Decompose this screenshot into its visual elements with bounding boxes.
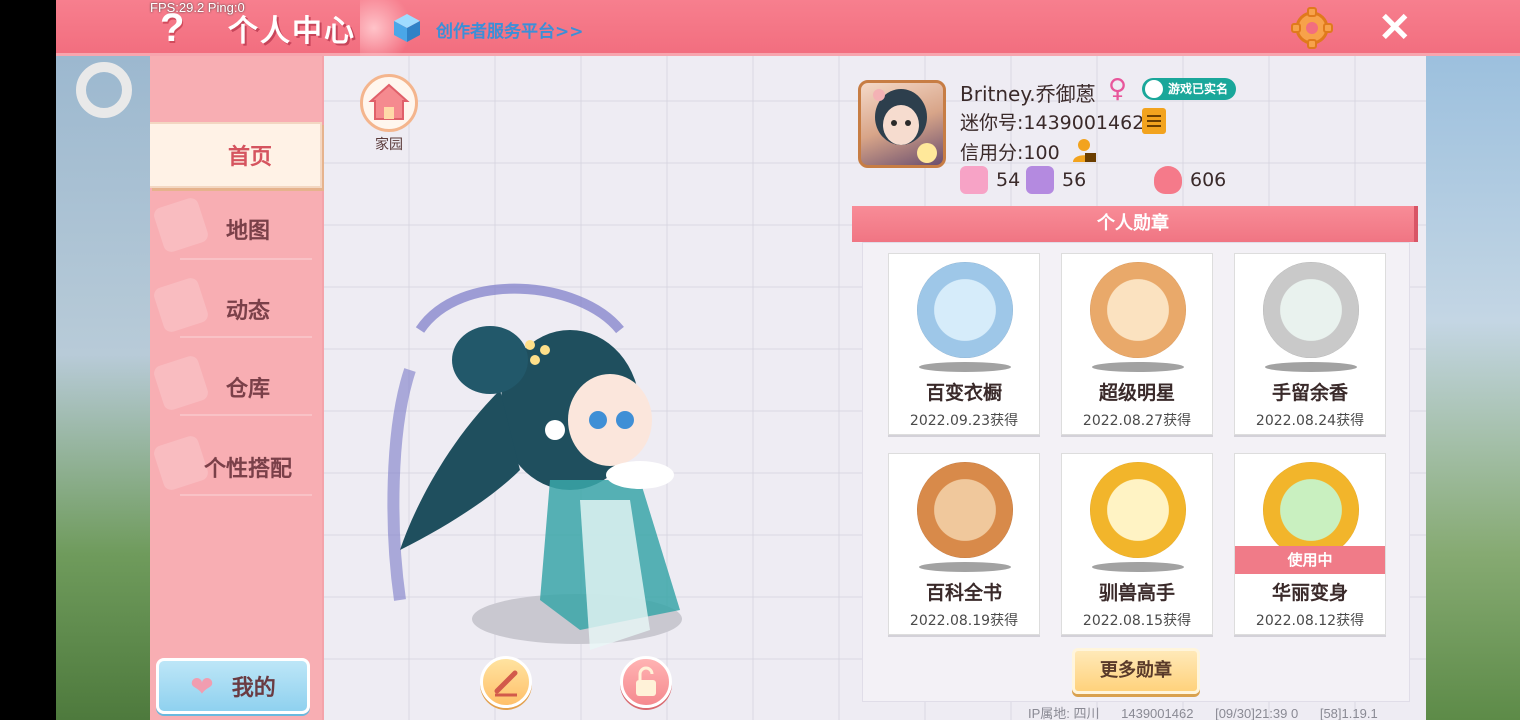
stat-popularity-value: 606: [1190, 169, 1227, 191]
medal-shadow: [919, 362, 1011, 372]
badge-card[interactable]: 使用中 华丽变身 2022.08.12获得: [1234, 453, 1386, 635]
badge-date: 2022.08.12获得: [1255, 613, 1365, 629]
badge-name: 百变衣橱: [925, 382, 1002, 404]
credit-person-icon[interactable]: [1070, 136, 1098, 164]
tamer-medal-icon: [1090, 462, 1186, 558]
badge-date: 2022.09.23获得: [909, 413, 1019, 429]
encyclopedia-medal-icon: [917, 462, 1013, 558]
transform-medal-icon: [1263, 462, 1359, 558]
unlock-button[interactable]: [620, 656, 672, 708]
creator-platform-link[interactable]: 创作者服务平台>>: [436, 17, 584, 42]
female-icon: ♀: [1108, 74, 1128, 104]
footer-id: 1439001462: [1121, 706, 1194, 720]
credit-score: 信用分:100: [960, 142, 1060, 164]
copy-icon[interactable]: [1142, 108, 1166, 134]
badge-card[interactable]: 驯兽高手 2022.08.15获得: [1061, 453, 1213, 635]
badge-name: 超级明星: [1098, 382, 1175, 404]
medal-shadow: [1265, 362, 1357, 372]
divider: [180, 336, 312, 338]
trophy-person-icon: [1026, 166, 1054, 194]
badge-date: 2022.08.27获得: [1082, 413, 1192, 429]
badge-name: 华丽变身: [1271, 582, 1348, 604]
stat-fans: 56: [1026, 166, 1086, 194]
badge-name: 驯兽高手: [1098, 582, 1175, 604]
badge-card[interactable]: 超级明星 2022.08.27获得: [1061, 253, 1213, 435]
divider: [180, 258, 312, 260]
medal-shadow: [919, 562, 1011, 572]
mine-label: 我的: [231, 676, 276, 701]
gear-icon[interactable]: [1290, 6, 1334, 50]
superstar-medal-icon: [1090, 262, 1186, 358]
avatar[interactable]: [858, 80, 946, 168]
page-title: 个人中心: [228, 14, 356, 49]
badge-date: 2022.08.24获得: [1255, 413, 1365, 429]
flower-icon: [960, 166, 988, 194]
tab-warehouse-label: 仓库: [225, 377, 270, 402]
medal-shadow: [1092, 362, 1184, 372]
badge-date: 2022.08.15获得: [1082, 613, 1192, 629]
home-label: 家园: [375, 137, 403, 153]
stat-flowers: 54: [960, 166, 1020, 194]
footer-version: [58]1.19.1: [1319, 706, 1378, 720]
badge-card[interactable]: 百变衣橱 2022.09.23获得: [888, 253, 1040, 435]
footer-info: IP属地: 四川 1439001462 [09/30]21:39 0 [58]1…: [1028, 703, 1396, 720]
tab-feed-label: 动态: [225, 299, 270, 324]
record-button[interactable]: [76, 62, 132, 118]
pencil-icon: [494, 670, 518, 697]
more-badges-button[interactable]: 更多勋章: [1072, 648, 1200, 694]
wardrobe-medal-icon: [917, 262, 1013, 358]
house-icon: [368, 83, 410, 120]
in-use-badge: 使用中: [1235, 546, 1385, 574]
tab-map[interactable]: 地图: [150, 196, 322, 262]
flame-icon: [1154, 166, 1182, 194]
divider: [180, 494, 312, 496]
tab-outfit-label: 个性搭配: [203, 457, 292, 482]
character-avatar[interactable]: [380, 270, 720, 660]
badge-date: 2022.08.19获得: [909, 613, 1019, 629]
screen-edge: [0, 0, 56, 720]
avatar-portrait: [873, 89, 937, 163]
stat-flowers-value: 54: [996, 169, 1021, 191]
stat-popularity: 606: [1154, 166, 1226, 194]
badge-name: 手留余香: [1271, 382, 1348, 404]
username: Britney.乔御蒽: [960, 82, 1096, 106]
tab-feed[interactable]: 动态: [150, 276, 322, 342]
tab-warehouse[interactable]: 仓库: [150, 354, 322, 420]
medal-shadow: [1092, 562, 1184, 572]
game-background-left: [56, 56, 152, 720]
heart-icon: ❤: [190, 669, 214, 703]
stat-fans-value: 56: [1062, 169, 1087, 191]
badge-name: 百科全书: [925, 582, 1002, 604]
verified-badge: 游戏已实名: [1142, 78, 1237, 100]
footer-time: [09/30]21:39 0: [1215, 706, 1299, 720]
fragrance-medal-icon: [1263, 262, 1359, 358]
game-background-right: [1426, 56, 1520, 720]
ip-location: IP属地: 四川: [1028, 706, 1100, 720]
mini-id: 迷你号:1439001462: [960, 112, 1145, 134]
badge-card[interactable]: 手留余香 2022.08.24获得: [1234, 253, 1386, 435]
mine-button[interactable]: ❤ 我的: [156, 658, 310, 714]
badge-card[interactable]: 百科全书 2022.08.19获得: [888, 453, 1040, 635]
edit-button[interactable]: [480, 656, 532, 708]
home-button[interactable]: [360, 74, 418, 132]
tab-home-label: 首页: [227, 145, 272, 170]
badge-section-title: 个人勋章: [852, 206, 1418, 242]
tab-map-label: 地图: [225, 219, 270, 244]
cube-icon[interactable]: [392, 12, 422, 44]
tab-home[interactable]: 首页: [150, 122, 322, 188]
tab-outfit[interactable]: 个性搭配: [150, 434, 322, 500]
close-icon[interactable]: ✕: [1378, 8, 1414, 48]
divider: [180, 414, 312, 416]
unlock-icon: [636, 666, 656, 696]
